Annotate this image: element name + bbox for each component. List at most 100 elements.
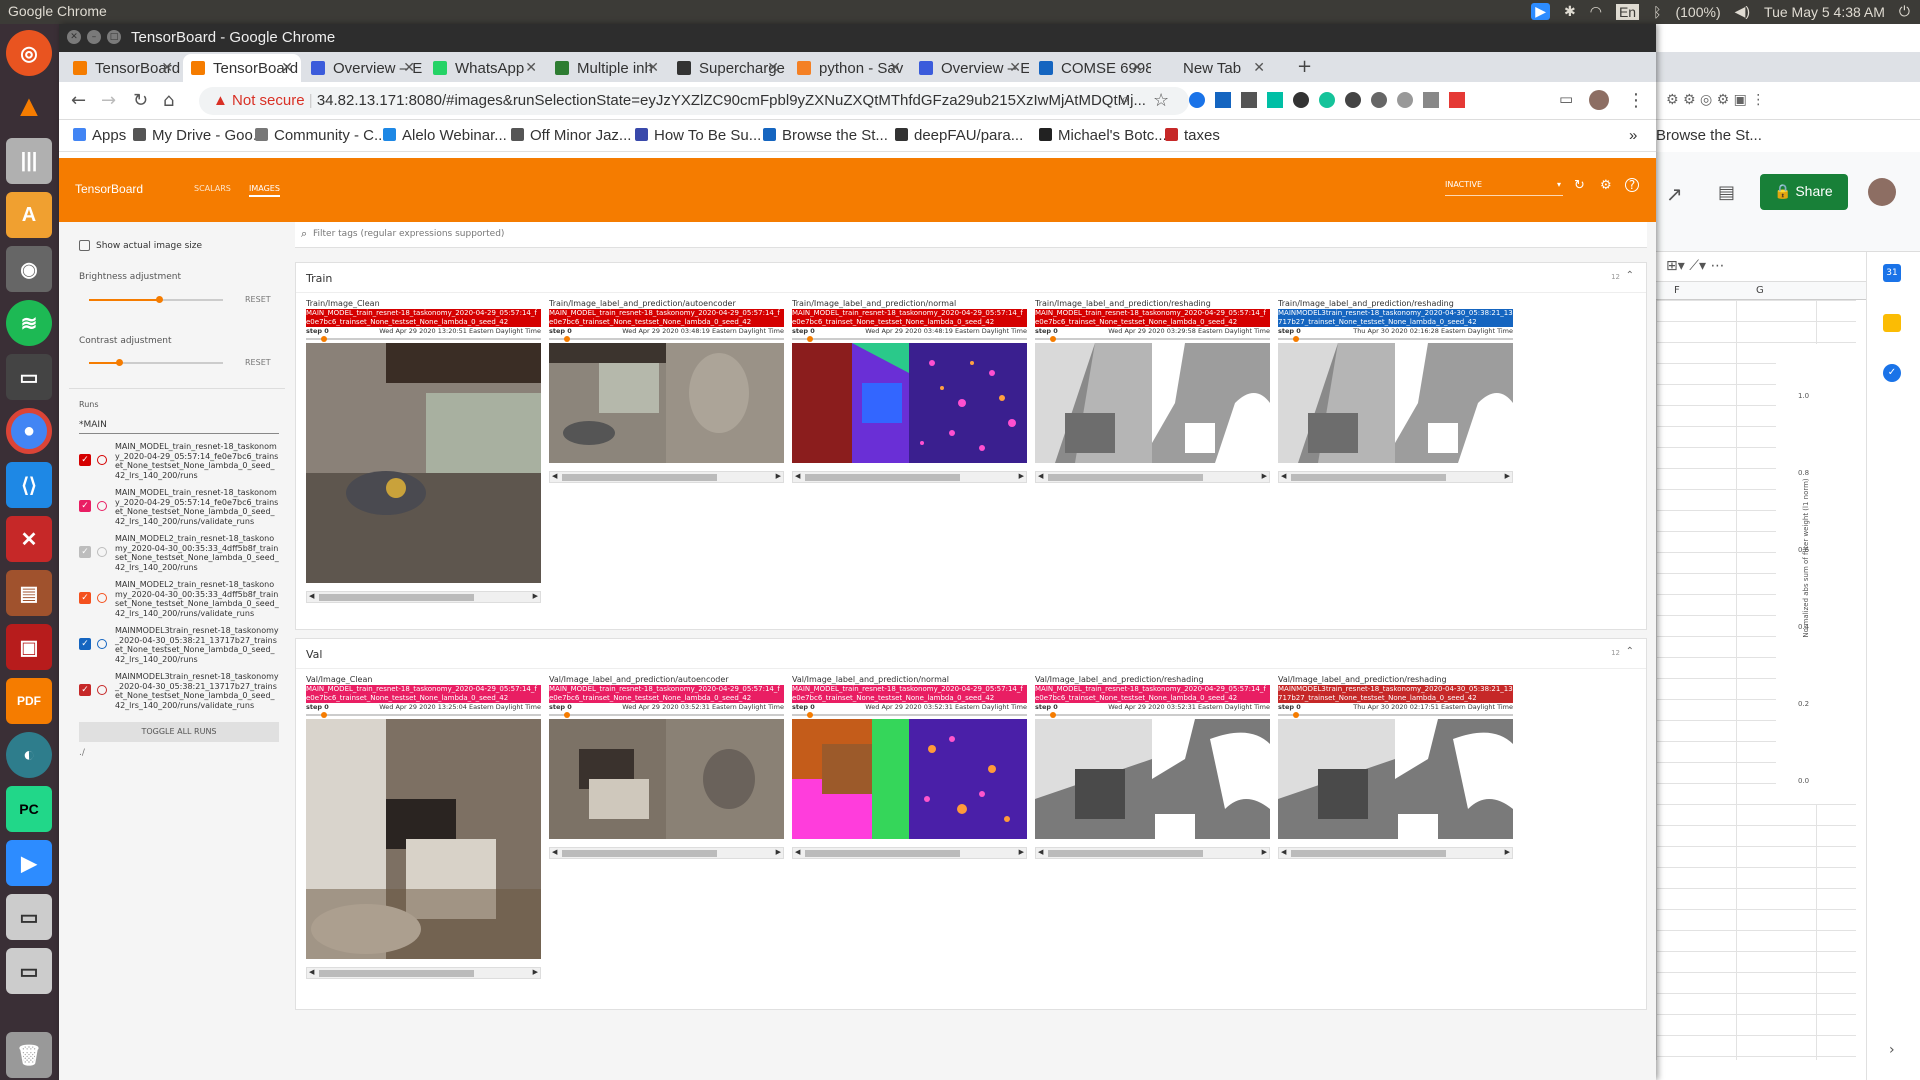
step-slider-knob[interactable]	[1050, 336, 1056, 342]
tab-scalars[interactable]: SCALARS	[194, 184, 231, 193]
keyboard-layout-indicator[interactable]: En	[1615, 3, 1640, 20]
forward-icon[interactable]: →	[101, 90, 116, 111]
bookmark-4[interactable]: Off Minor Jaz...	[511, 127, 631, 144]
bookmark-7[interactable]: deepFAU/para...	[895, 127, 1023, 144]
cast-icon[interactable]: ▭	[1559, 90, 1573, 108]
step-slider[interactable]	[306, 711, 541, 719]
image-preview[interactable]	[306, 719, 541, 959]
runs-filter-input[interactable]: *MAIN	[79, 420, 279, 434]
trash-icon[interactable]: 🗑	[6, 1032, 52, 1078]
power-icon[interactable]: ⏻	[1899, 3, 1910, 20]
tasks-icon[interactable]: ✓	[1883, 364, 1901, 382]
battery-indicator[interactable]: (100%)	[1675, 4, 1720, 20]
run-color-ring-icon[interactable]	[97, 501, 107, 511]
scroll-thumb[interactable]	[1291, 474, 1446, 481]
tab-2[interactable]: Overview – E ✕	[303, 54, 423, 82]
scroll-thumb[interactable]	[1048, 850, 1203, 857]
step-slider[interactable]	[1278, 335, 1513, 343]
close-tab-icon[interactable]: ✕	[1253, 59, 1265, 76]
toggle-all-runs-button[interactable]: TOGGLE ALL RUNS	[79, 722, 279, 742]
close-tab-icon[interactable]: ✕	[525, 59, 537, 76]
vscode-icon[interactable]: ⟨⟩	[6, 462, 52, 508]
run-color-ring-icon[interactable]	[97, 455, 107, 465]
run-row[interactable]: ✓ MAINMODEL3train_resnet-18_taskonomy_202…	[79, 626, 279, 672]
files-icon[interactable]: ▤	[6, 570, 52, 616]
embedded-chart[interactable]: Normalized abs sum of filter weight (l1 …	[1776, 344, 1856, 804]
contrast-reset-button[interactable]: RESET	[245, 358, 271, 367]
extension-5-icon[interactable]	[1293, 92, 1309, 108]
extension-7-icon[interactable]	[1345, 92, 1361, 108]
scroll-left-icon[interactable]: ◀	[552, 472, 557, 480]
scroll-left-icon[interactable]: ◀	[1038, 848, 1043, 856]
run-row[interactable]: ✓ MAIN_MODEL_train_resnet-18_taskonomy_20…	[79, 488, 279, 534]
software-center-icon[interactable]: A	[6, 192, 52, 238]
brightness-slider[interactable]	[89, 296, 223, 303]
image-scrollbar[interactable]: ◀ ▶	[792, 847, 1027, 859]
presentation-icon[interactable]: ▣	[6, 624, 52, 670]
refresh-icon[interactable]: ↻	[1574, 178, 1585, 193]
search-icon[interactable]: ⌕	[1121, 90, 1129, 108]
scroll-right-icon[interactable]: ▶	[1262, 472, 1267, 480]
image-preview[interactable]	[1035, 343, 1270, 463]
image-scrollbar[interactable]: ◀ ▶	[306, 591, 541, 603]
scroll-thumb[interactable]	[805, 474, 960, 481]
browser-globe-icon[interactable]: ◐	[6, 732, 52, 778]
bookmark-9[interactable]: taxes	[1165, 127, 1220, 144]
run-checkbox[interactable]: ✓	[79, 500, 91, 512]
menu-icon[interactable]: ⋮	[1627, 90, 1645, 111]
close-window-icon[interactable]: ✕	[67, 30, 81, 44]
run-checkbox[interactable]: ✓	[79, 638, 91, 650]
bookmark-0[interactable]: Apps	[73, 127, 126, 144]
terminal-icon[interactable]: ▭	[6, 354, 52, 400]
scroll-left-icon[interactable]: ◀	[1038, 472, 1043, 480]
brightness-reset-button[interactable]: RESET	[245, 295, 271, 304]
brightness-slider-knob[interactable]	[156, 296, 163, 303]
image-preview[interactable]	[549, 343, 784, 463]
tab-9[interactable]: New Tab ✕	[1153, 54, 1273, 82]
image-preview[interactable]	[306, 343, 541, 583]
scroll-thumb[interactable]	[1291, 850, 1446, 857]
trending-icon[interactable]: ↗	[1666, 182, 1683, 206]
vlc-icon[interactable]: ▲	[6, 84, 52, 130]
tensorboard-brand[interactable]: TensorBoard	[75, 182, 143, 196]
camera-app-icon[interactable]: ◉	[6, 246, 52, 292]
image-preview[interactable]	[1278, 343, 1513, 463]
close-tab-icon[interactable]: ✕	[161, 59, 173, 76]
home-icon[interactable]: ⌂	[163, 90, 174, 111]
scroll-thumb[interactable]	[319, 970, 474, 977]
share-button[interactable]: 🔒 Share	[1760, 174, 1848, 210]
step-slider-knob[interactable]	[807, 336, 813, 342]
close-tab-icon[interactable]: ✕	[1131, 59, 1143, 76]
run-color-ring-icon[interactable]	[97, 547, 107, 557]
image-scrollbar[interactable]: ◀ ▶	[1035, 847, 1270, 859]
tab-4[interactable]: Multiple inh ✕	[547, 54, 667, 82]
reload-icon[interactable]: ↻	[133, 90, 148, 111]
scroll-right-icon[interactable]: ▶	[533, 968, 538, 976]
wifi-icon[interactable]: ◠	[1590, 3, 1602, 20]
tab-1[interactable]: TensorBoard ✕	[183, 54, 301, 82]
extension-1-icon[interactable]	[1189, 92, 1205, 108]
scroll-right-icon[interactable]: ▶	[776, 848, 781, 856]
bookmark-star-icon[interactable]: ☆	[1153, 90, 1169, 111]
step-slider-knob[interactable]	[564, 336, 570, 342]
scroll-right-icon[interactable]: ▶	[776, 472, 781, 480]
run-row[interactable]: ✓ MAIN_MODEL2_train_resnet-18_taskonomy_2…	[79, 580, 279, 626]
volume-icon[interactable]: ◀)	[1735, 3, 1750, 20]
close-tab-icon[interactable]: ✕	[1009, 59, 1021, 76]
run-checkbox[interactable]: ✓	[79, 454, 91, 466]
system-tools-icon[interactable]: ✕	[6, 516, 52, 562]
bookmark-8[interactable]: Michael's Botc...	[1039, 127, 1167, 144]
tab-5[interactable]: Supercharge ✕	[669, 54, 787, 82]
extension-9-icon[interactable]	[1397, 92, 1413, 108]
tab-6[interactable]: python - Sav ✕	[789, 54, 909, 82]
run-row[interactable]: ✓ MAIN_MODEL_train_resnet-18_taskonomy_20…	[79, 442, 279, 488]
extension-6-icon[interactable]	[1319, 92, 1335, 108]
contrast-slider-knob[interactable]	[116, 359, 123, 366]
image-scrollbar[interactable]: ◀ ▶	[1278, 471, 1513, 483]
scroll-left-icon[interactable]: ◀	[795, 848, 800, 856]
clock[interactable]: Tue May 5 4:38 AM	[1764, 4, 1885, 20]
image-preview[interactable]	[792, 343, 1027, 463]
maximize-window-icon[interactable]: □	[107, 30, 121, 44]
step-slider[interactable]	[549, 335, 784, 343]
extension-8-icon[interactable]	[1371, 92, 1387, 108]
